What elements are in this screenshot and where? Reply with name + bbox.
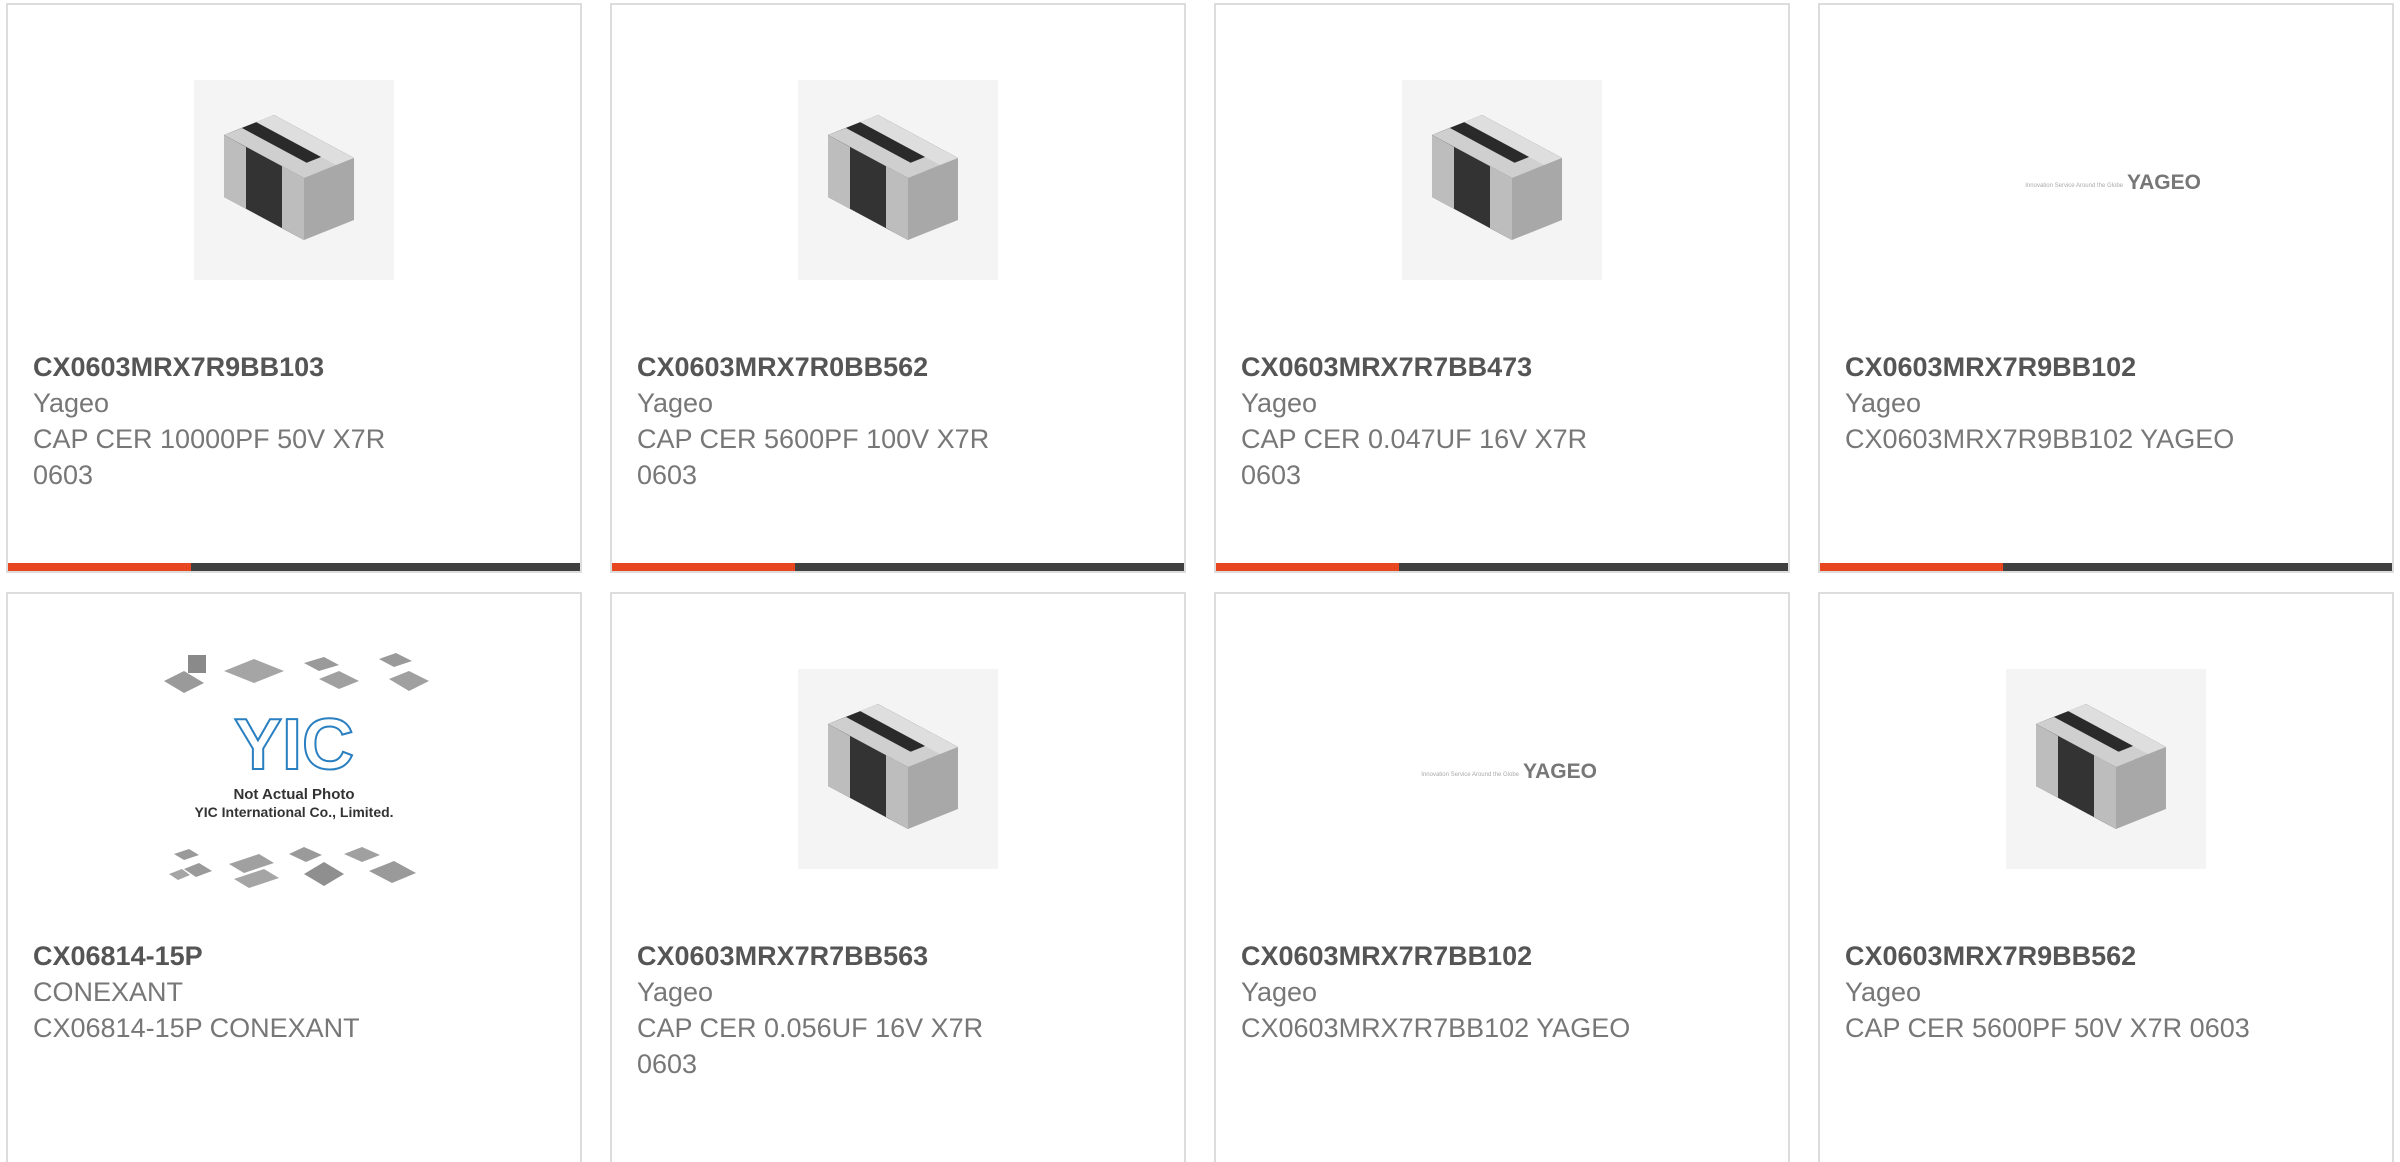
manufacturer: Yageo <box>1845 977 1922 1007</box>
product-card[interactable]: CX0603MRX7R9BB103 Yageo CAP CER 10000PF … <box>6 3 582 573</box>
product-image <box>612 55 1184 305</box>
part-number[interactable]: CX0603MRX7R9BB102 <box>1845 349 2367 385</box>
svg-text:YIC International Co., Limited: YIC International Co., Limited. <box>194 804 393 820</box>
product-card[interactable]: Innovation Service Around the Globe YAGE… <box>1214 592 1790 1162</box>
card-accent <box>8 563 191 571</box>
description: CAP CER 5600PF 100V X7R 0603 <box>637 424 990 490</box>
product-card[interactable]: YIC Not Actual Photo YIC International C… <box>6 592 582 1162</box>
manufacturer: CONEXANT <box>33 977 184 1007</box>
card-bottom-bar <box>612 563 1184 571</box>
capacitor-chip-icon <box>2006 669 2206 869</box>
part-number[interactable]: CX06814-15P <box>33 938 555 974</box>
description: CX06814-15P CONEXANT <box>33 1013 360 1043</box>
product-card[interactable]: CX0603MRX7R7BB473 Yageo CAP CER 0.047UF … <box>1214 3 1790 573</box>
product-image: Innovation Service Around the Globe YAGE… <box>1820 55 2392 305</box>
product-image <box>612 644 1184 894</box>
manufacturer: Yageo <box>637 388 714 418</box>
product-card[interactable]: CX0603MRX7R0BB562 Yageo CAP CER 5600PF 1… <box>610 3 1186 573</box>
part-number[interactable]: CX0603MRX7R7BB563 <box>637 938 1159 974</box>
description: CAP CER 10000PF 50V X7R 0603 <box>33 424 386 490</box>
part-number[interactable]: CX0603MRX7R9BB562 <box>1845 938 2367 974</box>
card-bottom-bar <box>8 563 580 571</box>
yageo-logo-icon: Innovation Service Around the Globe YAGE… <box>2025 171 2201 194</box>
card-accent <box>1216 563 1399 571</box>
description: CAP CER 0.047UF 16V X7R 0603 <box>1241 424 1588 490</box>
manufacturer: Yageo <box>637 977 714 1007</box>
not-actual-photo-icon: YIC Not Actual Photo YIC International C… <box>164 653 429 888</box>
product-card[interactable]: CX0603MRX7R7BB563 Yageo CAP CER 0.056UF … <box>610 592 1186 1162</box>
capacitor-chip-icon <box>1402 80 1602 280</box>
product-grid: CX0603MRX7R9BB103 Yageo CAP CER 10000PF … <box>0 0 2400 1162</box>
capacitor-chip-icon <box>194 80 394 280</box>
product-card[interactable]: Innovation Service Around the Globe YAGE… <box>1818 3 2394 573</box>
part-number[interactable]: CX0603MRX7R7BB102 <box>1241 938 1763 974</box>
description: CX0603MRX7R9BB102 YAGEO <box>1845 424 2235 454</box>
capacitor-chip-icon <box>798 80 998 280</box>
part-number[interactable]: CX0603MRX7R7BB473 <box>1241 349 1763 385</box>
manufacturer: Yageo <box>1241 977 1318 1007</box>
product-image <box>1820 644 2392 894</box>
manufacturer: Yageo <box>33 388 110 418</box>
svg-text:YIC: YIC <box>234 705 354 785</box>
manufacturer: Yageo <box>1845 388 1922 418</box>
manufacturer: Yageo <box>1241 388 1318 418</box>
yageo-logo-icon: Innovation Service Around the Globe YAGE… <box>1421 760 1597 783</box>
part-number[interactable]: CX0603MRX7R9BB103 <box>33 349 555 385</box>
card-accent <box>1820 563 2003 571</box>
card-accent <box>612 563 795 571</box>
svg-text:Not Actual Photo: Not Actual Photo <box>233 786 354 803</box>
product-image: Innovation Service Around the Globe YAGE… <box>1216 644 1788 894</box>
description: CAP CER 0.056UF 16V X7R 0603 <box>637 1013 984 1079</box>
svg-text:YAGEO: YAGEO <box>2127 171 2201 194</box>
product-image <box>1216 55 1788 305</box>
product-card[interactable]: CX0603MRX7R9BB562 Yageo CAP CER 5600PF 5… <box>1818 592 2394 1162</box>
card-bottom-bar <box>1216 563 1788 571</box>
product-image <box>8 55 580 305</box>
part-number[interactable]: CX0603MRX7R0BB562 <box>637 349 1159 385</box>
svg-text:Innovation Service Around the: Innovation Service Around the Globe <box>1421 772 1519 778</box>
description: CAP CER 5600PF 50V X7R 0603 <box>1845 1013 2250 1043</box>
card-bottom-bar <box>1820 563 2392 571</box>
capacitor-chip-icon <box>798 669 998 869</box>
description: CX0603MRX7R7BB102 YAGEO <box>1241 1013 1631 1043</box>
svg-text:Innovation Service Around the: Innovation Service Around the Globe <box>2025 183 2123 189</box>
svg-text:YAGEO: YAGEO <box>1523 760 1597 783</box>
product-image: YIC Not Actual Photo YIC International C… <box>8 634 580 924</box>
